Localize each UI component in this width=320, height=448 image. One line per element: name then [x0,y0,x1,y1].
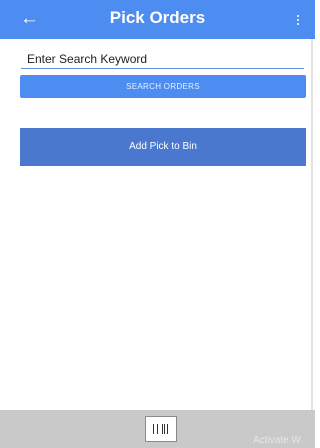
activate-windows-watermark: Activate W [253,435,301,446]
more-vert-icon[interactable] [291,11,305,28]
app-bar: ← Pick Orders [0,0,315,39]
page-title: Pick Orders [109,8,206,27]
search-orders-button[interactable]: SEARCH ORDERS [20,75,306,98]
search-input[interactable] [21,49,304,69]
add-pick-to-bin-button[interactable]: Add Pick to Bin [20,128,306,166]
barcode-scan-button[interactable] [145,416,177,442]
barcode-icon [153,424,168,434]
bottom-bar: Activate W [0,410,315,448]
